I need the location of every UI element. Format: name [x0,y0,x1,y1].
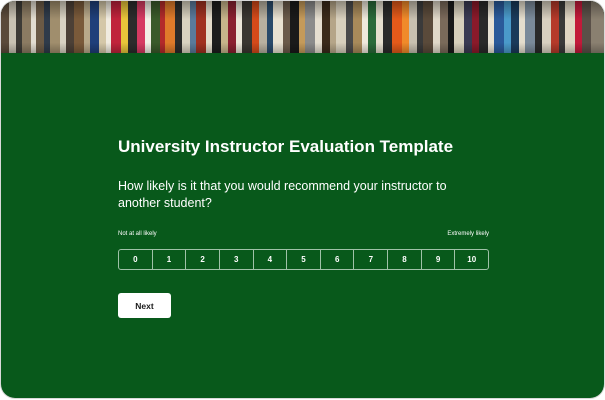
nps-rating-scale: 0 1 2 3 4 5 6 7 8 9 10 [118,249,489,270]
scale-option-5[interactable]: 5 [287,250,321,269]
survey-card: University Instructor Evaluation Templat… [1,1,604,398]
scale-option-3[interactable]: 3 [220,250,254,269]
next-button[interactable]: Next [118,293,171,318]
scale-labels: Not at all likely Extremely likely [118,231,489,241]
scale-option-1[interactable]: 1 [153,250,187,269]
scale-option-7[interactable]: 7 [354,250,389,269]
scale-option-2[interactable]: 2 [186,250,220,269]
survey-content: University Instructor Evaluation Templat… [118,53,490,398]
survey-title: University Instructor Evaluation Templat… [118,137,454,156]
scale-option-8[interactable]: 8 [388,250,422,269]
bookshelf-banner-image [1,1,604,53]
scale-option-10[interactable]: 10 [455,250,488,269]
question-text: How likely is it that you would recommen… [118,179,447,210]
scale-option-9[interactable]: 9 [422,250,456,269]
scale-option-6[interactable]: 6 [321,250,355,269]
scale-low-label: Not at all likely [118,231,157,237]
scale-high-label: Extremely likely [447,231,489,237]
scale-option-0[interactable]: 0 [119,250,153,269]
scale-option-4[interactable]: 4 [254,250,288,269]
